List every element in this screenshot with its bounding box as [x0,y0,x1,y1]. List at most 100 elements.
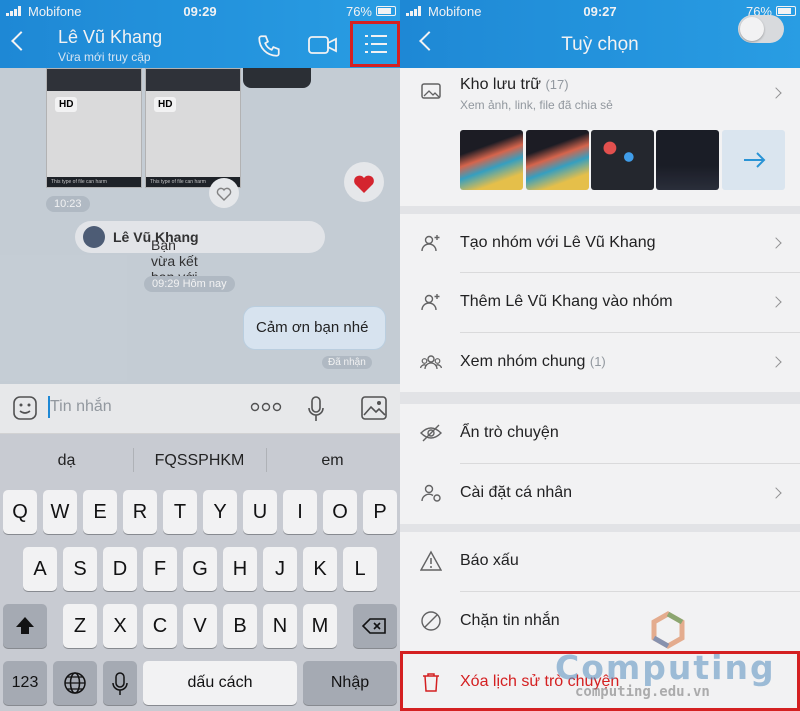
keyboard: dạ FQSSPHKM em Q W E R T Y U I O P A S D… [0,434,400,711]
key-j[interactable]: J [263,547,297,591]
folder-image-icon [421,83,441,99]
microphone-icon [112,672,128,695]
friend-notice: Bạn vừa kết bạn với Lê Vũ Khang [75,221,325,285]
image-picker-icon[interactable] [360,395,388,421]
create-group-label: Tạo nhóm với Lê Vũ Khang [460,234,656,251]
key-n[interactable]: N [263,604,297,648]
chevron-right-icon [770,296,782,308]
key-b[interactable]: B [223,604,257,648]
key-g[interactable]: G [183,547,217,591]
key-k[interactable]: K [303,547,337,591]
globe-key[interactable] [53,661,97,705]
suggestion-1[interactable]: dạ [0,452,133,470]
options-screen: Mobifone 09:27 76% Tuỳ chọn Kho lưu trữ … [400,0,800,711]
key-h[interactable]: H [223,547,257,591]
create-group-row[interactable]: Tạo nhóm với Lê Vũ Khang [400,214,800,272]
chat-header: Mobifone 09:29 76% Lê Vũ Khang Vừa mới t… [0,0,400,68]
key-z[interactable]: Z [63,604,97,648]
chevron-right-icon [770,87,782,99]
key-f[interactable]: F [143,547,177,591]
shared-photo[interactable] [591,130,654,190]
user-add-icon [421,294,440,311]
image-message[interactable]: HD This type of file can harm [145,68,241,188]
space-key[interactable]: dấu cách [143,661,297,705]
chevron-right-icon [770,237,782,249]
storage-count: (17) [545,77,569,92]
enter-key[interactable]: Nhập [303,661,397,705]
backspace-key[interactable] [353,604,397,648]
suggestion-2[interactable]: FQSSPHKM [133,452,266,470]
globe-icon [64,672,86,694]
eye-off-icon [420,424,442,442]
key-i[interactable]: I [283,490,317,534]
microphone-icon[interactable] [306,395,326,423]
key-a[interactable]: A [23,547,57,591]
list-icon [365,35,387,53]
react-button[interactable] [209,178,239,208]
sent-message[interactable]: Cảm ơn bạn nhé [243,306,386,350]
backspace-icon [361,618,386,634]
dictation-key[interactable] [103,661,137,705]
key-d[interactable]: D [103,547,137,591]
key-o[interactable]: O [323,490,357,534]
suggestion-3[interactable]: em [266,452,399,470]
key-w[interactable]: W [43,490,77,534]
key-e[interactable]: E [83,490,117,534]
shift-key[interactable] [3,604,47,648]
image-message[interactable]: HD This type of file can harm [46,68,142,188]
common-groups-row[interactable]: Xem nhóm chung (1) [400,333,800,391]
storage-title: Kho lưu trữ [460,76,542,93]
hide-chat-row: Ẩn trò chuyện [400,404,800,462]
heart-outline-icon [216,187,232,201]
avatar [83,226,105,248]
block-row[interactable]: Chặn tin nhắn [400,592,800,650]
view-more-photos-button[interactable] [722,130,785,190]
battery-label: 76% [345,4,372,19]
clock: 09:29 [183,4,217,19]
message-time: 10:23 [46,196,90,212]
key-l[interactable]: L [343,547,377,591]
message-list[interactable]: HD This type of file can harm HD This ty… [0,68,400,384]
message-input[interactable]: Tin nhắn [50,398,112,416]
numbers-key[interactable]: 123 [3,661,47,705]
shared-photo[interactable] [460,130,523,190]
heart-icon [354,175,374,193]
block-label: Chặn tin nhắn [460,612,560,629]
quick-heart-button[interactable] [344,162,384,202]
group-add-icon [421,235,440,252]
hd-badge: HD [154,97,177,112]
report-row[interactable]: Báo xấu [400,532,800,590]
key-r[interactable]: R [123,490,157,534]
key-u[interactable]: U [243,490,277,534]
options-menu-button[interactable] [350,21,400,67]
key-v[interactable]: V [183,604,217,648]
back-button[interactable] [11,31,31,51]
personal-settings-row[interactable]: Cài đặt cá nhân [400,464,800,522]
shared-photo[interactable] [656,130,719,190]
watermark-site: computing.edu.vn [575,684,710,700]
common-groups-count: (1) [589,354,606,369]
key-c[interactable]: C [143,604,177,648]
key-s[interactable]: S [63,547,97,591]
key-t[interactable]: T [163,490,197,534]
phone-call-icon[interactable] [256,33,282,59]
contact-name: Lê Vũ Khang [58,27,163,47]
shared-photo[interactable] [526,130,589,190]
key-y[interactable]: Y [203,490,237,534]
message-input-bar: Tin nhắn [0,384,400,434]
image-message-partial[interactable] [243,68,311,88]
status-bar: Mobifone 09:27 76% [400,0,800,22]
key-m[interactable]: M [303,604,337,648]
shift-icon [16,617,34,634]
add-to-group-row[interactable]: Thêm Lê Vũ Khang vào nhóm [400,273,800,331]
sticker-icon[interactable] [12,395,38,421]
key-x[interactable]: X [103,604,137,648]
video-call-icon[interactable] [308,34,338,56]
key-p[interactable]: P [363,490,397,534]
key-q[interactable]: Q [3,490,37,534]
warning-icon [420,550,442,571]
common-groups-label: Xem nhóm chung [460,353,586,370]
hide-chat-toggle[interactable] [738,15,784,43]
more-icon[interactable] [250,402,282,412]
arrow-right-icon [744,152,766,168]
